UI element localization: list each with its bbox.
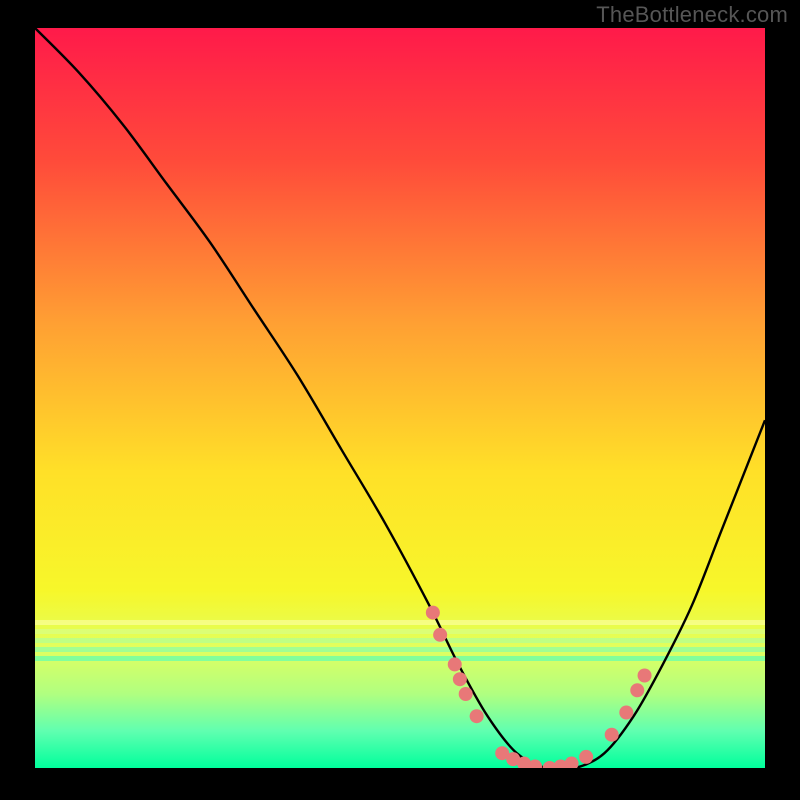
data-point	[448, 657, 462, 671]
band-line	[35, 647, 765, 652]
data-point	[638, 669, 652, 683]
chart-svg	[35, 28, 765, 768]
data-point	[470, 709, 484, 723]
data-point	[459, 687, 473, 701]
watermark-text: TheBottleneck.com	[596, 2, 788, 28]
data-point	[630, 683, 644, 697]
band-line	[35, 638, 765, 643]
data-point	[579, 750, 593, 764]
data-point	[619, 706, 633, 720]
data-point	[605, 728, 619, 742]
plot-area	[35, 28, 765, 768]
data-point	[426, 606, 440, 620]
band-line	[35, 656, 765, 661]
band-line	[35, 629, 765, 634]
data-point	[453, 672, 467, 686]
data-point	[433, 628, 447, 642]
chart-container: TheBottleneck.com	[0, 0, 800, 800]
band-line	[35, 620, 765, 625]
